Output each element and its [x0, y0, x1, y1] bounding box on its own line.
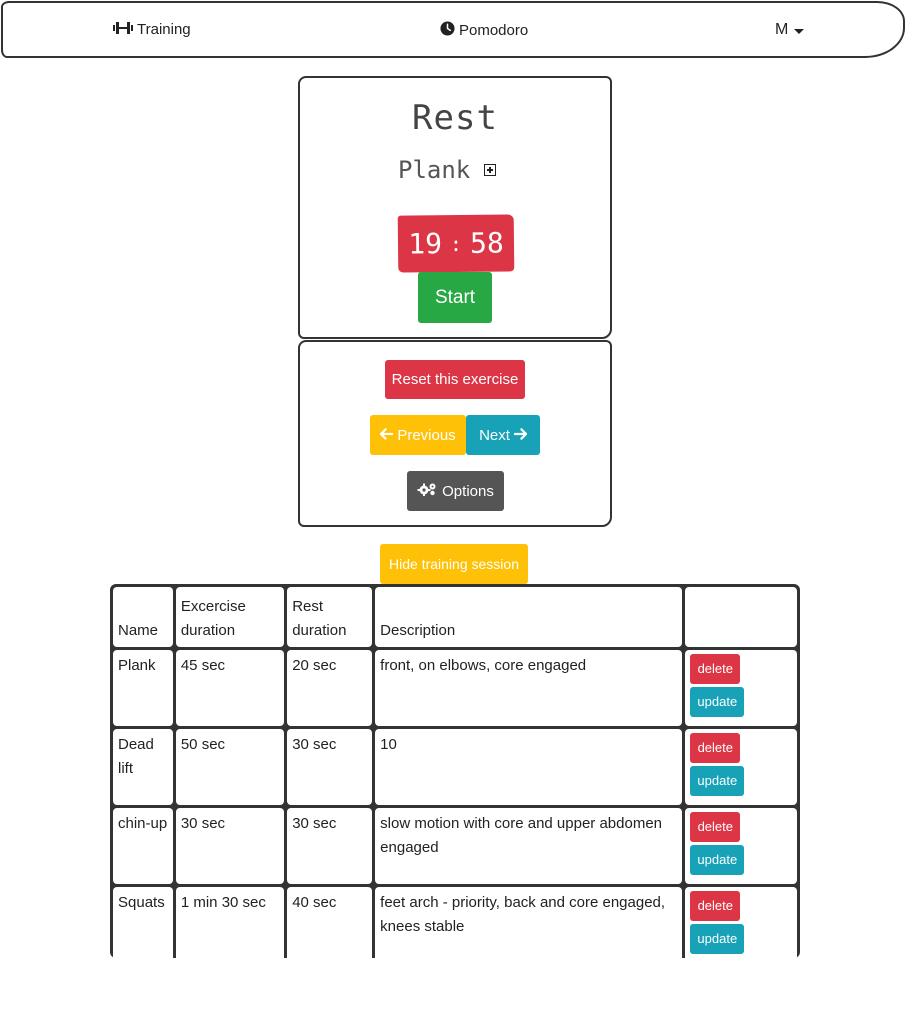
top-navbar: Training Pomodoro M	[1, 1, 905, 58]
cell-name: chin-up	[113, 808, 173, 884]
hide-training-session-button[interactable]: Hide training session	[380, 544, 528, 584]
exercises-table-container: Name Excercise duration Rest duration De…	[110, 584, 800, 963]
cell-rest: 20 sec	[287, 650, 373, 726]
update-button[interactable]: update	[690, 687, 745, 717]
options-label: Options	[442, 482, 494, 500]
header-description: Description	[375, 587, 683, 647]
cell-duration: 45 sec	[175, 650, 285, 726]
previous-label: Previous	[397, 426, 456, 444]
exercises-table: Name Excercise duration Rest duration De…	[110, 584, 800, 966]
clock-icon	[440, 21, 455, 40]
delete-button[interactable]: delete	[690, 812, 741, 842]
cell-description: 10	[375, 729, 683, 805]
header-exercise-duration: Excercise duration	[175, 587, 285, 647]
cell-description: front, on elbows, core engaged	[375, 650, 683, 726]
timer-card: Rest Plank 19 : 58 Start	[298, 76, 612, 339]
nav-training-link[interactable]: Training	[113, 21, 191, 38]
cell-name: Dead lift	[113, 729, 173, 805]
exercise-name-label: Plank	[398, 156, 471, 184]
update-button[interactable]: update	[690, 766, 745, 796]
header-rest-duration: Rest duration	[287, 587, 373, 647]
cell-duration: 30 sec	[175, 808, 285, 884]
table-row: chin-up 30 sec 30 sec slow motion with c…	[113, 808, 797, 884]
timer-separator: :	[449, 231, 463, 256]
cell-name: Plank	[113, 650, 173, 726]
delete-button[interactable]: delete	[690, 733, 741, 763]
delete-button[interactable]: delete	[690, 654, 741, 684]
update-button[interactable]: update	[690, 924, 745, 954]
arrow-right-icon	[513, 427, 528, 444]
next-label: Next	[479, 426, 510, 444]
user-menu-label: M	[775, 21, 789, 38]
timer-minutes: 19	[408, 227, 443, 261]
gears-icon	[417, 482, 437, 500]
cell-actions: delete update	[685, 729, 797, 805]
phase-title: Rest	[412, 98, 498, 138]
next-button[interactable]: Next	[466, 415, 540, 455]
table-row: Squats 1 min 30 sec 40 sec feet arch - p…	[113, 887, 797, 963]
header-name: Name	[113, 587, 173, 647]
cell-actions: delete update	[685, 887, 797, 963]
nav-pomodoro-label: Pomodoro	[459, 22, 529, 39]
cell-description: slow motion with core and upper abdomen …	[375, 808, 683, 884]
start-button[interactable]: Start	[418, 272, 492, 323]
header-actions	[685, 587, 797, 647]
options-button[interactable]: Options	[407, 471, 504, 511]
nav-training-label: Training	[137, 21, 191, 38]
timer-seconds: 58	[469, 226, 504, 260]
nav-pomodoro-link[interactable]: Pomodoro	[440, 21, 528, 40]
dumbbell-icon	[113, 21, 133, 38]
countdown-timer: 19 : 58	[397, 214, 515, 273]
controls-card: Reset this exercise Previous Next Option…	[298, 340, 612, 527]
cell-duration: 50 sec	[175, 729, 285, 805]
cell-rest: 30 sec	[287, 729, 373, 805]
cell-name: Squats	[113, 887, 173, 963]
cell-rest: 40 sec	[287, 887, 373, 963]
cell-description: feet arch - priority, back and core enga…	[375, 887, 683, 963]
arrow-left-icon	[380, 427, 394, 444]
table-header-row: Name Excercise duration Rest duration De…	[113, 587, 797, 647]
update-button[interactable]: update	[690, 845, 745, 875]
table-row: Plank 45 sec 20 sec front, on elbows, co…	[113, 650, 797, 726]
user-menu-dropdown[interactable]: M	[775, 21, 805, 39]
caret-down-icon	[794, 28, 805, 34]
cell-rest: 30 sec	[287, 808, 373, 884]
previous-button[interactable]: Previous	[370, 415, 466, 455]
cell-actions: delete update	[685, 808, 797, 884]
table-row: Dead lift 50 sec 30 sec 10 delete update	[113, 729, 797, 805]
cell-actions: delete update	[685, 650, 797, 726]
cell-duration: 1 min 30 sec	[175, 887, 285, 963]
delete-button[interactable]: delete	[690, 891, 741, 921]
expand-plus-icon[interactable]	[484, 164, 497, 176]
reset-exercise-button[interactable]: Reset this exercise	[385, 360, 525, 399]
current-exercise: Plank	[398, 156, 497, 184]
